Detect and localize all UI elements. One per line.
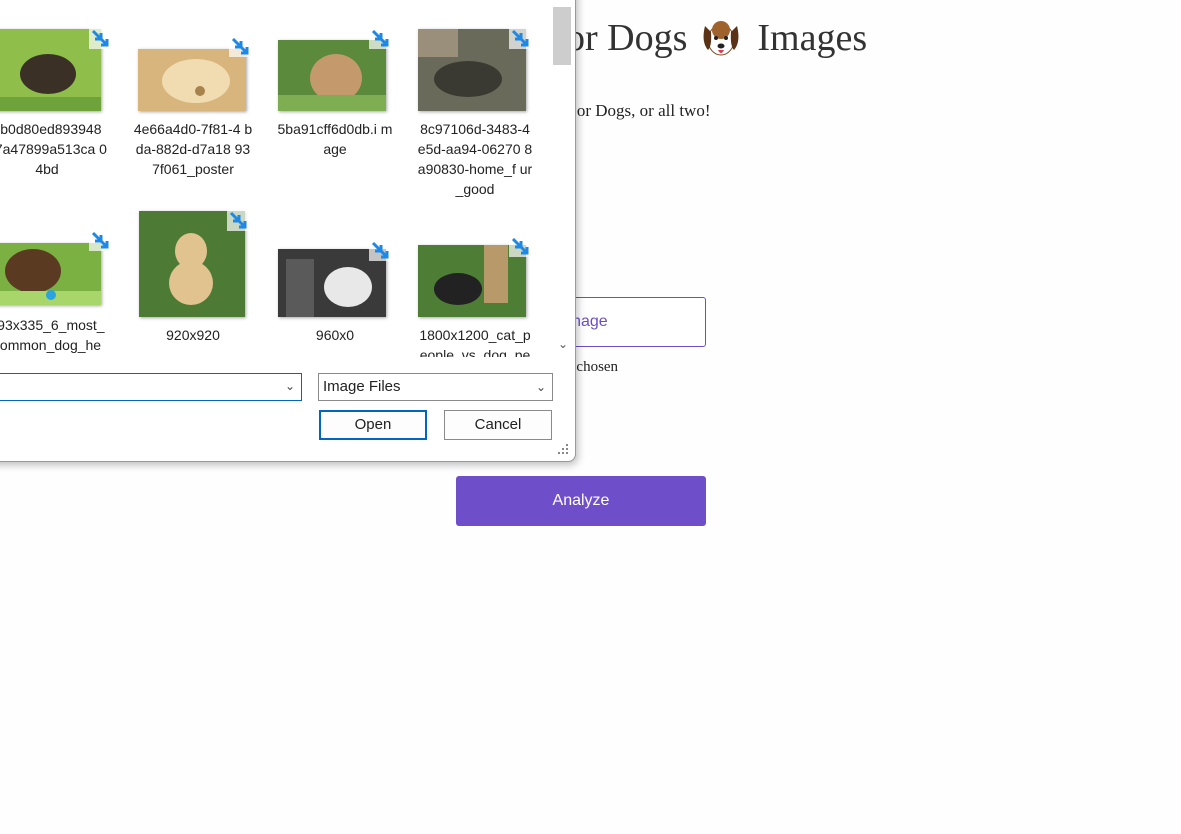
shortcut-icon: [369, 27, 391, 49]
scrollbar-thumb[interactable]: [553, 7, 571, 65]
file-thumbnail-grid: 3b0d80ed893948 77a47899a513ca 04bd 4e66a…: [0, 0, 551, 357]
file-name: 4e66a4d0-7f81-4 bda-882d-d7a18 937f061_p…: [133, 121, 253, 177]
page-title-part2: Images: [757, 17, 868, 59]
file-type-select[interactable]: Image Files ⌄: [318, 373, 553, 401]
file-thumbnail: [0, 243, 101, 305]
cancel-button[interactable]: Cancel: [444, 410, 552, 440]
open-button[interactable]: Open: [319, 410, 427, 440]
dog-face-icon: [699, 16, 743, 60]
page-title: or Dogs Images: [566, 16, 867, 60]
file-open-dialog: 3b0d80ed893948 77a47899a513ca 04bd 4e66a…: [0, 0, 576, 462]
shortcut-icon: [227, 209, 249, 231]
scroll-down-icon[interactable]: ⌄: [555, 337, 571, 351]
page-subtitle: s or Dogs, or all two!: [566, 101, 711, 120]
file-name: 493x335_6_most_ common_dog_he: [0, 317, 105, 353]
file-name: 1800x1200_cat_p eople_vs_dog_pe: [419, 327, 531, 357]
analyze-button[interactable]: Analyze: [456, 476, 706, 526]
chevron-down-icon[interactable]: ⌄: [536, 374, 546, 400]
file-thumbnail: [0, 29, 101, 111]
shortcut-icon: [369, 239, 391, 261]
file-name: 8c97106d-3483-4 e5d-aa94-06270 8a90830-h…: [417, 121, 533, 197]
file-name: 3b0d80ed893948 77a47899a513ca 04bd: [0, 121, 107, 177]
file-name-input[interactable]: ⌄: [0, 373, 302, 401]
shortcut-icon: [509, 27, 531, 49]
resize-grip-icon[interactable]: [558, 444, 570, 456]
shortcut-icon: [89, 229, 111, 251]
file-name: 5ba91cff6d0db.i mage: [277, 121, 393, 157]
page-title-part1: or Dogs: [566, 17, 688, 59]
file-thumbnail: [138, 49, 246, 111]
file-name: 920x920: [166, 327, 220, 343]
file-name: 960x0: [315, 327, 355, 343]
file-thumbnail: [278, 40, 386, 111]
shortcut-icon: [89, 27, 111, 49]
shortcut-icon: [509, 235, 531, 257]
file-type-value: Image Files: [323, 378, 401, 395]
shortcut-icon: [229, 35, 251, 57]
chevron-down-icon[interactable]: ⌄: [285, 379, 295, 393]
